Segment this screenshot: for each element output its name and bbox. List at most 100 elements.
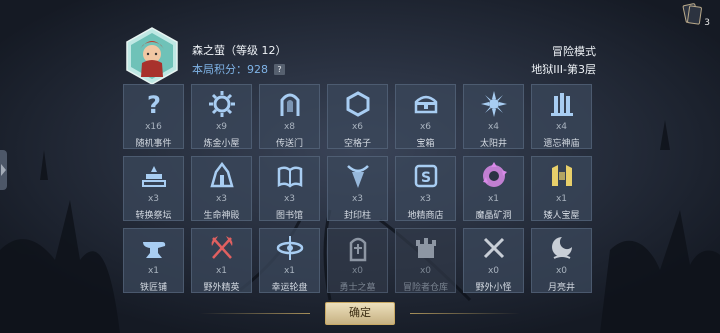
room-tile[interactable]: x4 太阳井 bbox=[463, 84, 524, 149]
tombstone-icon bbox=[349, 237, 366, 262]
room-count: x4 bbox=[487, 122, 500, 132]
score-label: 本局积分：928 bbox=[192, 63, 268, 76]
confirm-line-right bbox=[410, 313, 520, 314]
room-label: 地精商店 bbox=[407, 211, 444, 221]
room-label: 转换祭坛 bbox=[135, 211, 172, 221]
room-tile[interactable]: x1 矮人宝屋 bbox=[531, 156, 592, 221]
room-label: 冒险者仓库 bbox=[402, 283, 448, 293]
confirm-line-left bbox=[200, 313, 310, 314]
room-tile[interactable]: x0 冒险者仓库 bbox=[395, 228, 456, 293]
room-label: 随机事件 bbox=[135, 139, 172, 149]
life-shrine-icon bbox=[209, 162, 234, 188]
room-label: 传送门 bbox=[275, 139, 303, 149]
moon-well-icon bbox=[551, 237, 572, 259]
room-label: 野外精英 bbox=[203, 283, 240, 293]
treasure-chest-icon bbox=[414, 95, 437, 114]
game-mode: 冒险模式 bbox=[552, 45, 596, 58]
room-label: 遗忘神庙 bbox=[543, 139, 580, 149]
room-label: 生命神殿 bbox=[203, 211, 240, 221]
room-label: 野外小怪 bbox=[475, 283, 512, 293]
room-tile[interactable]: ? x16 随机事件 bbox=[123, 84, 184, 149]
room-tile[interactable]: x1 野外精英 bbox=[191, 228, 252, 293]
room-tile[interactable]: x4 遗忘神庙 bbox=[531, 84, 592, 149]
room-label: 图书馆 bbox=[275, 211, 303, 221]
room-count: x1 bbox=[147, 266, 160, 276]
temple-icon bbox=[550, 93, 573, 116]
room-tile[interactable]: x1 铁匠铺 bbox=[123, 228, 184, 293]
crystal-cave-icon bbox=[482, 162, 507, 187]
room-label: 宝箱 bbox=[416, 139, 435, 149]
room-count: x8 bbox=[283, 122, 296, 132]
room-label: 炼金小屋 bbox=[203, 139, 240, 149]
room-label: 太阳井 bbox=[479, 139, 507, 149]
book-icon bbox=[277, 166, 302, 188]
gear-icon bbox=[208, 91, 235, 117]
room-count: x0 bbox=[419, 266, 432, 276]
crossed-axes-icon bbox=[211, 236, 232, 259]
card-deck-button[interactable]: 3 bbox=[682, 2, 710, 28]
room-count: x3 bbox=[147, 194, 160, 204]
room-label: 空格子 bbox=[343, 139, 371, 149]
room-tile[interactable]: x3 转换祭坛 bbox=[123, 156, 184, 221]
room-count: x1 bbox=[283, 266, 296, 276]
room-tile[interactable]: x0 勇士之墓 bbox=[327, 228, 388, 293]
room-tile[interactable]: x0 野外小怪 bbox=[463, 228, 524, 293]
room-tile[interactable]: x6 空格子 bbox=[327, 84, 388, 149]
room-tile[interactable]: x9 炼金小屋 bbox=[191, 84, 252, 149]
svg-text:?: ? bbox=[147, 91, 161, 118]
room-count: x9 bbox=[215, 122, 228, 132]
seal-pillar-icon bbox=[346, 165, 369, 188]
card-deck-icon-back bbox=[686, 5, 703, 25]
room-tile[interactable]: x3 图书馆 bbox=[259, 156, 320, 221]
room-label: 铁匠铺 bbox=[139, 283, 167, 293]
spirit-shop-icon: S bbox=[414, 164, 437, 188]
room-label: 魔晶矿洞 bbox=[475, 211, 512, 221]
dwarf-vault-icon bbox=[551, 165, 572, 186]
wheel-icon bbox=[276, 236, 303, 260]
room-count: x6 bbox=[351, 122, 364, 132]
sun-well-icon bbox=[480, 91, 507, 117]
room-label: 矮人宝屋 bbox=[543, 211, 580, 221]
room-label: 封印柱 bbox=[343, 211, 371, 221]
confirm-area: 确定 bbox=[200, 302, 520, 326]
room-grid: ? x16 随机事件 x9 炼金小屋 x8 传送门 x6 空格子 x6 宝箱 x4 太阳井 x4 遗忘神庙 x… bbox=[123, 84, 596, 293]
room-count: x3 bbox=[419, 194, 432, 204]
portal-icon bbox=[280, 93, 299, 116]
card-deck-count: 3 bbox=[704, 18, 710, 28]
room-count: x16 bbox=[145, 122, 162, 132]
room-label: 勇士之墓 bbox=[339, 283, 376, 293]
room-count: x3 bbox=[351, 194, 364, 204]
room-count: x1 bbox=[487, 194, 500, 204]
player-name: 森之萤（等级 12） bbox=[192, 44, 287, 57]
room-count: x0 bbox=[351, 266, 364, 276]
room-tile[interactable]: x8 传送门 bbox=[259, 84, 320, 149]
warehouse-icon bbox=[415, 238, 436, 258]
room-tile[interactable]: x1 幸运轮盘 bbox=[259, 228, 320, 293]
room-tile[interactable]: x1 魔晶矿洞 bbox=[463, 156, 524, 221]
room-count: x0 bbox=[487, 266, 500, 276]
room-tile[interactable]: x3 封印柱 bbox=[327, 156, 388, 221]
room-count: x0 bbox=[555, 266, 568, 276]
altar-icon bbox=[141, 166, 166, 187]
floor-indicator: 地狱III-第3层 bbox=[531, 63, 596, 76]
room-label: 月亮井 bbox=[547, 283, 575, 293]
room-count: x1 bbox=[215, 266, 228, 276]
room-tile[interactable]: Sx3 地精商店 bbox=[395, 156, 456, 221]
room-count: x4 bbox=[555, 122, 568, 132]
question-icon: ? bbox=[147, 91, 161, 118]
side-panel-toggle[interactable] bbox=[0, 150, 7, 190]
room-count: x1 bbox=[555, 194, 568, 204]
confirm-button[interactable]: 确定 bbox=[325, 302, 395, 325]
score-row: 本局积分：928? bbox=[192, 61, 285, 77]
player-avatar[interactable] bbox=[123, 27, 181, 85]
room-label: 幸运轮盘 bbox=[271, 283, 308, 293]
room-count: x6 bbox=[419, 122, 432, 132]
room-count: x3 bbox=[283, 194, 296, 204]
help-button[interactable]: ? bbox=[274, 64, 285, 75]
room-tile[interactable]: x0 月亮井 bbox=[531, 228, 592, 293]
crossed-swords-icon bbox=[483, 237, 504, 259]
hexagon-icon bbox=[346, 91, 369, 117]
svg-text:S: S bbox=[420, 170, 430, 186]
room-tile[interactable]: x6 宝箱 bbox=[395, 84, 456, 149]
room-tile[interactable]: x3 生命神殿 bbox=[191, 156, 252, 221]
